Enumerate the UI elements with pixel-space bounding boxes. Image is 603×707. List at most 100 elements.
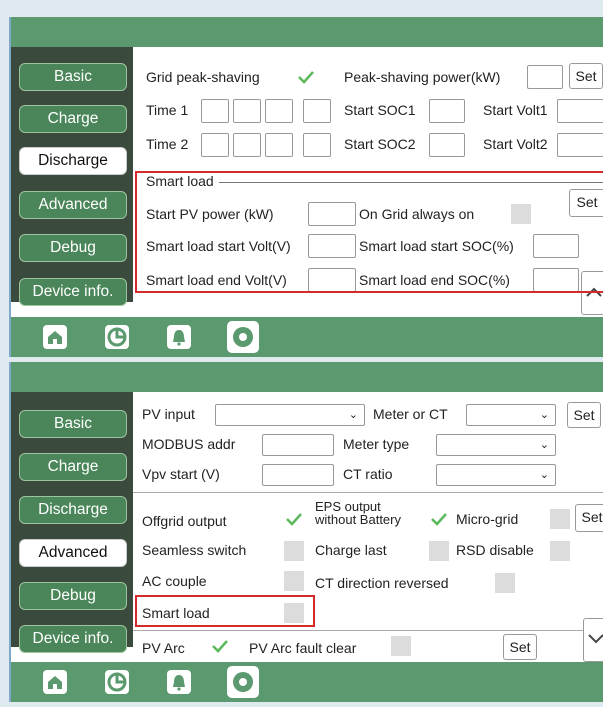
meter-type-label: Meter type — [343, 436, 410, 452]
ct-direction-reversed-label: CT direction reversed — [315, 575, 449, 591]
bell-icon[interactable] — [165, 668, 193, 696]
chevron-down-icon: ⌄ — [539, 439, 549, 451]
meter-or-ct-select[interactable]: ⌄ — [466, 404, 556, 426]
time1-hour-start[interactable] — [201, 99, 229, 123]
ac-couple-checkbox[interactable] — [284, 571, 304, 591]
modbus-addr-label: MODBUS addr — [142, 436, 236, 452]
check-icon — [212, 640, 228, 653]
check-icon — [298, 71, 314, 84]
nav-debug[interactable]: Debug — [19, 234, 127, 262]
nav-advanced[interactable]: Advanced — [19, 191, 127, 219]
grid-peak-shaving-label: Grid peak-shaving — [146, 69, 260, 85]
bell-icon[interactable] — [165, 323, 193, 351]
pv-arc-label: PV Arc — [142, 640, 185, 656]
start-volt2-label: Start Volt2 — [483, 136, 548, 152]
advanced-content: PV input ⌄ Meter or CT ⌄ Set MODBUS addr… — [133, 392, 603, 662]
start-volt1-label: Start Volt1 — [483, 102, 548, 118]
home-icon[interactable] — [41, 668, 69, 696]
time1-hour-end[interactable] — [265, 99, 293, 123]
options-set-button[interactable]: Set — [575, 504, 603, 532]
time1-min-end[interactable] — [303, 99, 331, 123]
nav-debug[interactable]: Debug — [19, 582, 127, 610]
settings-gear-icon[interactable] — [226, 320, 260, 354]
pv-arc-fault-clear-checkbox[interactable] — [391, 636, 411, 656]
discharge-panel: Basic Charge Discharge Advanced Debug De… — [9, 17, 603, 357]
advanced-panel: Basic Charge Discharge Advanced Debug De… — [9, 362, 603, 702]
meter-or-ct-label: Meter or CT — [373, 406, 448, 422]
top-bar — [11, 17, 603, 47]
pv-arc-fault-clear-label: PV Arc fault clear — [249, 640, 357, 656]
settings-gear-icon[interactable] — [226, 665, 260, 699]
section-divider — [133, 492, 603, 493]
chevron-down-icon: ⌄ — [348, 409, 358, 421]
section-divider — [133, 630, 603, 631]
peak-shaving-power-label: Peak-shaving power(kW) — [344, 69, 501, 85]
pv-arc-checkbox[interactable] — [210, 636, 230, 656]
seamless-switch-label: Seamless switch — [142, 542, 247, 558]
start-soc1-label: Start SOC1 — [344, 102, 416, 118]
time2-label: Time 2 — [146, 136, 189, 152]
meter-type-select[interactable]: ⌄ — [436, 434, 556, 456]
eps-output-checkbox[interactable] — [429, 509, 449, 529]
chevron-down-icon — [588, 634, 603, 644]
start-soc1-input[interactable] — [429, 99, 465, 123]
offgrid-output-label: Offgrid output — [142, 513, 227, 529]
seamless-switch-checkbox[interactable] — [284, 541, 304, 561]
time2-hour-start[interactable] — [201, 133, 229, 157]
offgrid-output-checkbox[interactable] — [284, 509, 304, 529]
bottom-bar — [11, 317, 603, 357]
top-bar — [11, 362, 603, 392]
check-icon — [431, 513, 447, 526]
nav-discharge[interactable]: Discharge — [19, 147, 127, 175]
time1-min-start[interactable] — [233, 99, 261, 123]
pv-arc-set-button[interactable]: Set — [503, 634, 537, 660]
nav-advanced[interactable]: Advanced — [19, 539, 127, 567]
nav-device-info[interactable]: Device info. — [19, 625, 127, 653]
rsd-disable-checkbox[interactable] — [550, 541, 570, 561]
smart-load-highlight — [135, 171, 603, 293]
top-set-button[interactable]: Set — [567, 402, 601, 428]
modbus-addr-input[interactable] — [262, 434, 334, 456]
charge-last-checkbox[interactable] — [429, 541, 449, 561]
ct-ratio-select[interactable]: ⌄ — [436, 464, 556, 486]
ct-direction-reversed-checkbox[interactable] — [495, 573, 515, 593]
nav-charge[interactable]: Charge — [19, 453, 127, 481]
chevron-down-icon: ⌄ — [539, 409, 549, 421]
nav-basic[interactable]: Basic — [19, 63, 127, 91]
bottom-bar — [11, 662, 603, 702]
pv-input-label: PV input — [142, 406, 195, 422]
start-soc2-label: Start SOC2 — [344, 136, 416, 152]
charge-last-label: Charge last — [315, 542, 387, 558]
time2-hour-end[interactable] — [265, 133, 293, 157]
time1-label: Time 1 — [146, 102, 189, 118]
vpv-start-input[interactable] — [262, 464, 334, 486]
start-soc2-input[interactable] — [429, 133, 465, 157]
chevron-down-icon: ⌄ — [539, 469, 549, 481]
peak-shaving-power-input[interactable] — [527, 65, 563, 89]
nav-charge[interactable]: Charge — [19, 105, 127, 133]
micro-grid-label: Micro-grid — [456, 511, 519, 527]
time2-min-start[interactable] — [233, 133, 261, 157]
nav-device-info[interactable]: Device info. — [19, 278, 127, 306]
nav-basic[interactable]: Basic — [19, 410, 127, 438]
rsd-disable-label: RSD disable — [456, 542, 534, 558]
pv-input-select[interactable]: ⌄ — [215, 404, 365, 426]
check-icon — [286, 513, 302, 526]
time2-min-end[interactable] — [303, 133, 331, 157]
home-icon[interactable] — [41, 323, 69, 351]
start-volt2-input[interactable] — [557, 133, 603, 157]
nav-discharge[interactable]: Discharge — [19, 496, 127, 524]
peak-shaving-set-button[interactable]: Set — [569, 63, 603, 89]
micro-grid-checkbox[interactable] — [550, 509, 570, 529]
start-volt1-input[interactable] — [557, 99, 603, 123]
pie-chart-icon[interactable] — [103, 668, 131, 696]
sidebar: Basic Charge Discharge Advanced Debug De… — [11, 47, 133, 306]
ct-ratio-label: CT ratio — [343, 466, 393, 482]
ac-couple-label: AC couple — [142, 573, 207, 589]
vpv-start-label: Vpv start (V) — [142, 466, 220, 482]
grid-peak-shaving-checkbox[interactable] — [296, 67, 316, 87]
eps-output-line2: without Battery — [315, 512, 401, 527]
scroll-down-button[interactable] — [583, 618, 603, 662]
eps-output-label: EPS output without Battery — [315, 500, 401, 526]
pie-chart-icon[interactable] — [103, 323, 131, 351]
